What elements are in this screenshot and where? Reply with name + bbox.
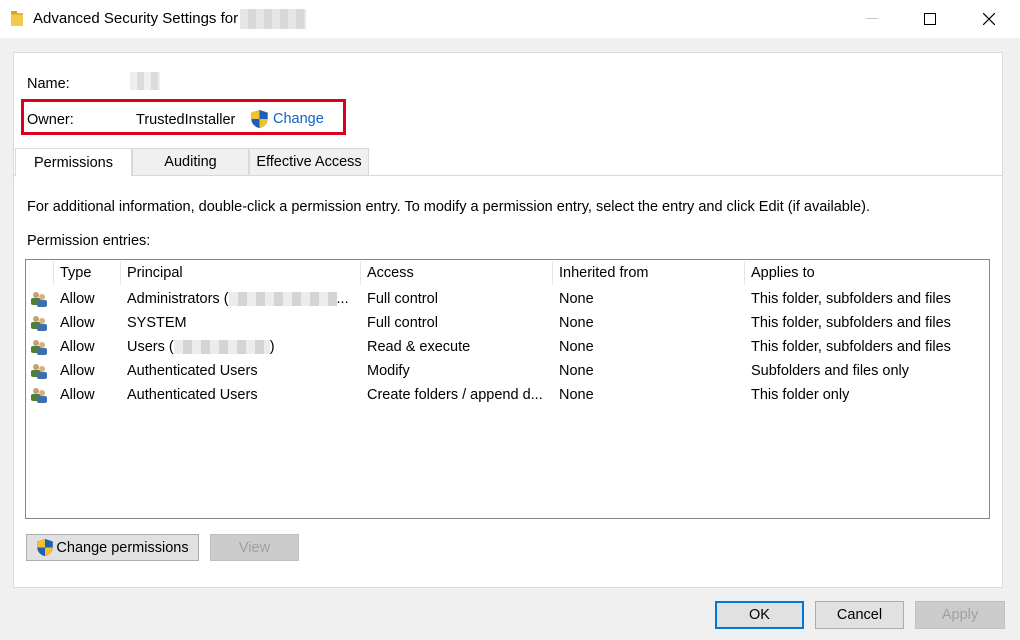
tab-auditing[interactable]: Auditing [132, 148, 249, 176]
column-header-type[interactable]: Type [60, 265, 91, 287]
change-permissions-label: Change permissions [56, 539, 189, 556]
cell-inherited-from: None [559, 315, 594, 331]
close-button[interactable] [960, 0, 1018, 38]
column-separator [552, 261, 553, 285]
cell-access: Full control [367, 315, 438, 331]
cell-inherited-from: None [559, 387, 594, 403]
cell-access: Create folders / append d... [367, 387, 543, 403]
cell-principal: Administrators (... [127, 291, 349, 307]
owner-value: TrustedInstaller [136, 112, 236, 128]
users-group-icon [31, 316, 47, 331]
column-header-inherited-from[interactable]: Inherited from [559, 265, 648, 287]
ok-button[interactable]: OK [715, 601, 804, 629]
name-label: Name: [27, 76, 70, 92]
column-separator [360, 261, 361, 285]
cell-applies-to: This folder only [751, 387, 850, 403]
change-owner-link[interactable]: Change [273, 111, 324, 127]
cell-inherited-from: None [559, 339, 594, 355]
cell-type: Allow [60, 315, 95, 331]
column-separator [744, 261, 745, 285]
column-header-principal[interactable]: Principal [127, 265, 183, 287]
redacted-text [173, 340, 270, 355]
cell-type: Allow [60, 339, 95, 355]
cell-type: Allow [60, 291, 95, 307]
tab-effective-access[interactable]: Effective Access [249, 148, 369, 176]
window-title: Advanced Security Settings for [33, 10, 239, 27]
column-separator [120, 261, 121, 285]
cell-principal: Authenticated Users [127, 387, 258, 403]
table-row[interactable]: Allow SYSTEM Full control None This fold… [27, 312, 987, 336]
cell-principal: Users () [127, 339, 275, 355]
cell-access: Read & execute [367, 339, 471, 355]
close-icon [983, 13, 995, 25]
cell-type: Allow [60, 363, 95, 379]
redacted-name-value [130, 72, 160, 90]
users-group-icon [31, 292, 47, 307]
title-bar[interactable]: Advanced Security Settings for [0, 0, 1020, 38]
view-button[interactable]: View [210, 534, 299, 561]
column-separator [53, 261, 54, 285]
redacted-text [228, 292, 337, 307]
table-row[interactable]: Allow Authenticated Users Create folders… [27, 384, 987, 408]
redacted-object-name [240, 9, 306, 29]
users-group-icon [31, 364, 47, 379]
cell-type: Allow [60, 387, 95, 403]
uac-shield-icon [37, 538, 54, 557]
permission-entries-label: Permission entries: [27, 233, 151, 249]
cell-inherited-from: None [559, 291, 594, 307]
owner-label: Owner: [27, 112, 74, 128]
info-text: For additional information, double-click… [27, 199, 870, 215]
minimize-icon [866, 18, 878, 19]
uac-shield-icon [251, 109, 268, 129]
tab-permissions[interactable]: Permissions [15, 148, 132, 177]
maximize-button[interactable] [901, 0, 959, 38]
cell-principal: Authenticated Users [127, 363, 258, 379]
maximize-icon [924, 13, 936, 25]
column-header-applies-to[interactable]: Applies to [751, 265, 815, 287]
users-group-icon [31, 340, 47, 355]
cell-applies-to: This folder, subfolders and files [751, 339, 951, 355]
table-row[interactable]: Allow Users () Read & execute None This … [27, 336, 987, 360]
apply-button[interactable]: Apply [915, 601, 1005, 629]
folder-icon [11, 11, 23, 26]
cell-applies-to: This folder, subfolders and files [751, 315, 951, 331]
tab-divider [13, 175, 1003, 176]
users-group-icon [31, 388, 47, 403]
cell-access: Full control [367, 291, 438, 307]
cell-inherited-from: None [559, 363, 594, 379]
column-header-access[interactable]: Access [367, 265, 414, 287]
cell-applies-to: Subfolders and files only [751, 363, 909, 379]
table-row[interactable]: Allow Administrators (... Full control N… [27, 288, 987, 312]
change-permissions-button[interactable]: Change permissions [26, 534, 199, 561]
table-row[interactable]: Allow Authenticated Users Modify None Su… [27, 360, 987, 384]
cell-access: Modify [367, 363, 410, 379]
cell-applies-to: This folder, subfolders and files [751, 291, 951, 307]
cell-principal: SYSTEM [127, 315, 187, 331]
minimize-button[interactable] [843, 0, 901, 38]
cancel-button[interactable]: Cancel [815, 601, 904, 629]
